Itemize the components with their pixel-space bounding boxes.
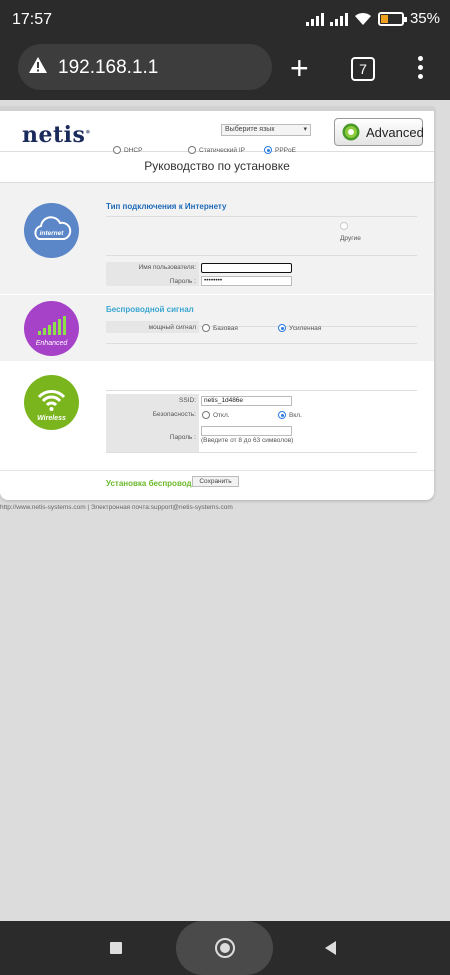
wifi-icon [354,12,371,25]
wifi-password-label: Пароль : [169,434,196,441]
wireless-signal-section: Enhanced Беспроводной сигнал мощный сигн… [0,295,434,361]
page-title: Руководство по установке [144,159,290,173]
internet-section: internet Тип подключения к Интернету DHC… [0,146,434,294]
address-bar[interactable]: 192.168.1.1 [18,44,272,90]
gear-icon [342,123,360,141]
radio-static-ip[interactable] [188,146,196,154]
back-triangle-icon[interactable] [325,941,336,955]
footer-contact: http://www.netis-systems.com | Электронн… [0,504,233,511]
internet-icon-label: internet [40,230,65,237]
opt-other-label: Другие [340,235,361,242]
ssid-label: SSID: [179,397,196,404]
opt-static-ip[interactable]: Статический IP [188,146,245,154]
radio-basic[interactable] [202,324,210,332]
status-bar: 17:57 35% [0,0,450,38]
enhanced-signal-icon: Enhanced [24,301,79,356]
advanced-button[interactable]: Advanced [334,118,424,146]
opt-security-off[interactable]: Откл. [202,411,230,419]
opt-basic[interactable]: Базовая [202,324,238,332]
home-circle-icon[interactable] [215,938,235,958]
language-select[interactable]: Выберите язык ▾ [221,124,311,136]
chevron-down-icon: ▾ [303,126,307,133]
divider [106,343,417,344]
save-button[interactable]: Сохранить [192,476,239,487]
radio-other[interactable] [340,222,348,230]
signal-section-title: Беспроводной сигнал [106,305,194,314]
divider [106,216,417,217]
password-label: Пароль : [169,278,196,285]
top-strip [0,107,434,111]
recents-square-icon[interactable] [110,942,122,954]
divider [0,470,434,471]
cell-signal-icon [305,12,324,26]
enhanced-icon-label: Enhanced [36,340,69,347]
internet-section-title: Тип подключения к Интернету [106,202,227,211]
netis-logo: netis® [22,122,91,148]
username-label: Имя пользователя: [138,264,196,271]
system-nav-bar [0,921,450,975]
divider [106,390,417,391]
new-tab-plus-icon[interactable]: + [290,52,309,84]
browser-toolbar: 192.168.1.1 [0,38,450,100]
security-label: Безопасность: [152,411,196,418]
not-secure-warning-icon [29,57,47,73]
wifi-password-input[interactable] [201,426,292,436]
opt-pppoe[interactable]: PPPoE [264,146,296,154]
divider [106,255,417,256]
wireless-wifi-icon: Wireless [24,375,79,430]
radio-security-off[interactable] [202,411,210,419]
radio-enhanced[interactable] [278,324,286,332]
wireless-icon-label: Wireless [37,415,66,422]
ssid-input[interactable]: netis_1d486e [201,396,292,406]
internet-cloud-icon: internet [24,203,79,258]
status-time: 17:57 [12,11,53,28]
divider [106,452,417,453]
tab-switcher-button[interactable]: 7 [351,57,375,81]
radio-dhcp[interactable] [113,146,121,154]
password-hint: (Введите от 8 до 63 символов) [201,437,294,444]
password-input[interactable]: •••••••• [201,276,292,286]
url-text: 192.168.1.1 [58,57,159,78]
cell-signal-2-icon [329,12,348,26]
radio-pppoe[interactable] [264,146,272,154]
username-input[interactable] [201,263,292,273]
overflow-menu-icon[interactable] [418,56,424,83]
opt-security-on[interactable]: Вкл. [278,411,302,419]
opt-dhcp[interactable]: DHCP [113,146,142,154]
radio-security-on[interactable] [278,411,286,419]
battery-percent: 35% [409,10,440,27]
advanced-button-label: Advanced [366,125,424,140]
opt-enhanced[interactable]: Усиленная [278,324,321,332]
battery-icon [377,11,407,26]
signal-strength-label: мощный сигнал [148,324,196,331]
